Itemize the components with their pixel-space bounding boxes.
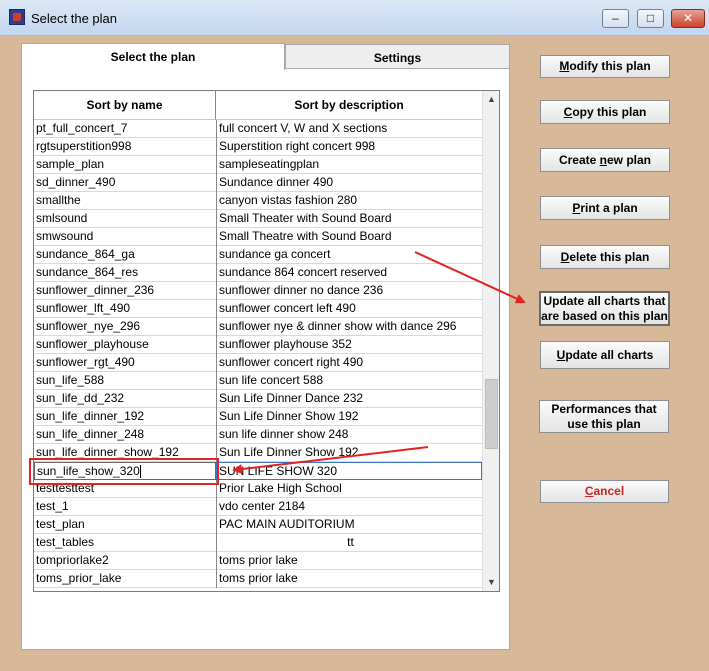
update-charts-based-on-plan-button[interactable]: Update all charts that are based on this… <box>539 291 670 326</box>
plan-description-cell[interactable]: toms prior lake <box>216 552 482 570</box>
grid-rows: pt_full_concert_7 full concert V, W and X… <box>34 120 482 588</box>
table-row[interactable]: sun_life_dinner_192 Sun Life Dinner Show … <box>34 408 482 426</box>
plan-description-cell[interactable]: sunflower dinner no dance 236 <box>216 282 482 300</box>
print-plan-button[interactable]: Print a plan <box>540 196 670 220</box>
plan-description-cell[interactable]: Sun Life Dinner Show 192 <box>216 444 482 462</box>
plan-name-cell[interactable]: tompriorlake2 <box>36 552 216 570</box>
plan-description-cell[interactable]: tt <box>216 534 482 552</box>
table-row[interactable]: sunflower_dinner_236 sunflower dinner no … <box>34 282 482 300</box>
table-row[interactable]: sun_life_dd_232 Sun Life Dinner Dance 232 <box>34 390 482 408</box>
plan-name-cell[interactable]: sun_life_dd_232 <box>36 390 216 408</box>
plan-name-cell[interactable]: test_1 <box>36 498 216 516</box>
table-row[interactable]: sunflower_playhouse sunflower playhouse 3… <box>34 336 482 354</box>
plan-description-cell[interactable]: sun life concert 588 <box>216 372 482 390</box>
plan-name-cell[interactable]: sundance_864_res <box>36 264 216 282</box>
vertical-scrollbar[interactable]: ▲ ▼ <box>482 91 499 591</box>
plan-name-cell[interactable]: smlsound <box>36 210 216 228</box>
plan-description-cell[interactable]: sundance ga concert <box>216 246 482 264</box>
delete-plan-button[interactable]: Delete this plan <box>540 245 670 269</box>
plan-name-cell[interactable]: sun_life_dinner_192 <box>36 408 216 426</box>
plan-description-cell[interactable]: SUN LIFE SHOW 320 <box>216 462 482 480</box>
table-row[interactable]: test_plan PAC MAIN AUDITORIUM <box>34 516 482 534</box>
plan-name-cell[interactable]: sunflower_nye_296 <box>36 318 216 336</box>
plan-name-cell[interactable]: smwsound <box>36 228 216 246</box>
plan-description-cell[interactable]: Sun Life Dinner Dance 232 <box>216 390 482 408</box>
plan-description-cell[interactable]: Superstition right concert 998 <box>216 138 482 156</box>
plan-name-cell[interactable]: sunflower_playhouse <box>36 336 216 354</box>
maximize-icon[interactable]: □ <box>637 9 664 28</box>
create-new-plan-button[interactable]: Create n ew plan <box>540 148 670 172</box>
plan-description-cell[interactable]: vdo center 2184 <box>216 498 482 516</box>
plan-description-cell[interactable]: Sundance dinner 490 <box>216 174 482 192</box>
table-row[interactable]: sample_plan sampleseatingplan <box>34 156 482 174</box>
table-row[interactable]: sunflower_nye_296 sunflower nye & dinner … <box>34 318 482 336</box>
plan-name-cell[interactable]: smallthe <box>36 192 216 210</box>
table-row[interactable]: sun_life_588 sun life concert 588 <box>34 372 482 390</box>
plan-description-cell[interactable]: toms prior lake <box>216 570 482 588</box>
plan-name-cell[interactable]: sun_life_dinner_248 <box>36 426 216 444</box>
plan-name-cell[interactable]: test_tables <box>36 534 216 552</box>
table-row[interactable]: test_1 vdo center 2184 <box>34 498 482 516</box>
plan-name-cell[interactable]: sun_life_588 <box>36 372 216 390</box>
table-row[interactable]: sundance_864_res sundance 864 concert res… <box>34 264 482 282</box>
plan-description-cell[interactable]: sunflower nye & dinner show with dance 2… <box>216 318 482 336</box>
plan-description-cell[interactable]: sunflower concert left 490 <box>216 300 482 318</box>
scroll-down-icon[interactable]: ▼ <box>483 574 499 591</box>
title-bar: Select the plan – □ ✕ <box>0 0 709 36</box>
plan-description-cell[interactable]: sunflower concert right 490 <box>216 354 482 372</box>
table-row[interactable]: toms_prior_lake toms prior lake <box>34 570 482 588</box>
table-row[interactable]: smallthe canyon vistas fashion 280 <box>34 192 482 210</box>
plan-description-cell[interactable]: Prior Lake High School <box>216 480 482 498</box>
plan-description-cell[interactable]: sundance 864 concert reserved <box>216 264 482 282</box>
table-row[interactable]: sundance_864_ga sundance ga concert <box>34 246 482 264</box>
scroll-up-icon[interactable]: ▲ <box>483 91 499 108</box>
plan-name-cell[interactable]: toms_prior_lake <box>36 570 216 588</box>
plans-grid[interactable]: Sort by name Sort by description pt_full… <box>33 90 500 592</box>
plan-name-cell[interactable]: sunflower_dinner_236 <box>36 282 216 300</box>
table-row[interactable]: smwsound Small Theatre with Sound Board <box>34 228 482 246</box>
plan-name-cell[interactable]: pt_full_concert_7 <box>36 120 216 138</box>
plan-description-cell[interactable]: PAC MAIN AUDITORIUM <box>216 516 482 534</box>
plan-name-cell[interactable]: sunflower_lft_490 <box>36 300 216 318</box>
scroll-thumb[interactable] <box>485 379 498 449</box>
plan-name-cell[interactable]: sample_plan <box>36 156 216 174</box>
plan-name-cell[interactable]: sd_dinner_490 <box>36 174 216 192</box>
plan-description-cell[interactable]: Sun Life Dinner Show 192 <box>216 408 482 426</box>
plan-description-cell[interactable]: full concert V, W and X sections <box>216 120 482 138</box>
table-row[interactable]: sunflower_lft_490 sunflower concert left … <box>34 300 482 318</box>
copy-plan-button[interactable]: Copy this plan <box>540 100 670 124</box>
table-row[interactable]: pt_full_concert_7 full concert V, W and X… <box>34 120 482 138</box>
table-row[interactable]: test_tables tt <box>34 534 482 552</box>
app-icon <box>9 9 25 25</box>
table-row[interactable]: sunflower_rgt_490 sunflower concert right… <box>34 354 482 372</box>
minimize-icon[interactable]: – <box>602 9 629 28</box>
table-row[interactable]: sun_life_dinner_248 sun life dinner show … <box>34 426 482 444</box>
table-row[interactable]: rgtsuperstition998 Superstition right con… <box>34 138 482 156</box>
plan-description-cell[interactable]: canyon vistas fashion 280 <box>216 192 482 210</box>
plan-description-cell[interactable]: Small Theatre with Sound Board <box>216 228 482 246</box>
plan-name-cell[interactable]: sunflower_rgt_490 <box>36 354 216 372</box>
plan-description-cell[interactable]: sunflower playhouse 352 <box>216 336 482 354</box>
update-all-charts-button[interactable]: Update all charts <box>540 341 670 369</box>
performances-using-plan-button[interactable]: Performances that use this plan <box>539 400 669 433</box>
table-row[interactable]: tompriorlake2 toms prior lake <box>34 552 482 570</box>
tab-select-the-plan[interactable]: Select the plan <box>21 43 285 70</box>
column-header-name[interactable]: Sort by name <box>34 91 216 120</box>
highlight-box <box>29 458 219 485</box>
plan-name-cell[interactable]: sundance_864_ga <box>36 246 216 264</box>
plan-name-cell[interactable]: test_plan <box>36 516 216 534</box>
plan-description-cell[interactable]: sun life dinner show 248 <box>216 426 482 444</box>
cancel-button[interactable]: Cancel <box>540 480 669 503</box>
plan-name-cell[interactable]: rgtsuperstition998 <box>36 138 216 156</box>
column-header-description[interactable]: Sort by description <box>216 91 482 120</box>
modify-plan-button[interactable]: Modify this plan <box>540 55 670 78</box>
plan-description-cell[interactable]: sampleseatingplan <box>216 156 482 174</box>
window-title: Select the plan <box>31 11 118 26</box>
plan-description-cell[interactable]: Small Theater with Sound Board <box>216 210 482 228</box>
table-row[interactable]: sd_dinner_490 Sundance dinner 490 <box>34 174 482 192</box>
tab-settings[interactable]: Settings <box>285 44 510 69</box>
table-row[interactable]: smlsound Small Theater with Sound Board <box>34 210 482 228</box>
close-icon[interactable]: ✕ <box>671 9 705 28</box>
